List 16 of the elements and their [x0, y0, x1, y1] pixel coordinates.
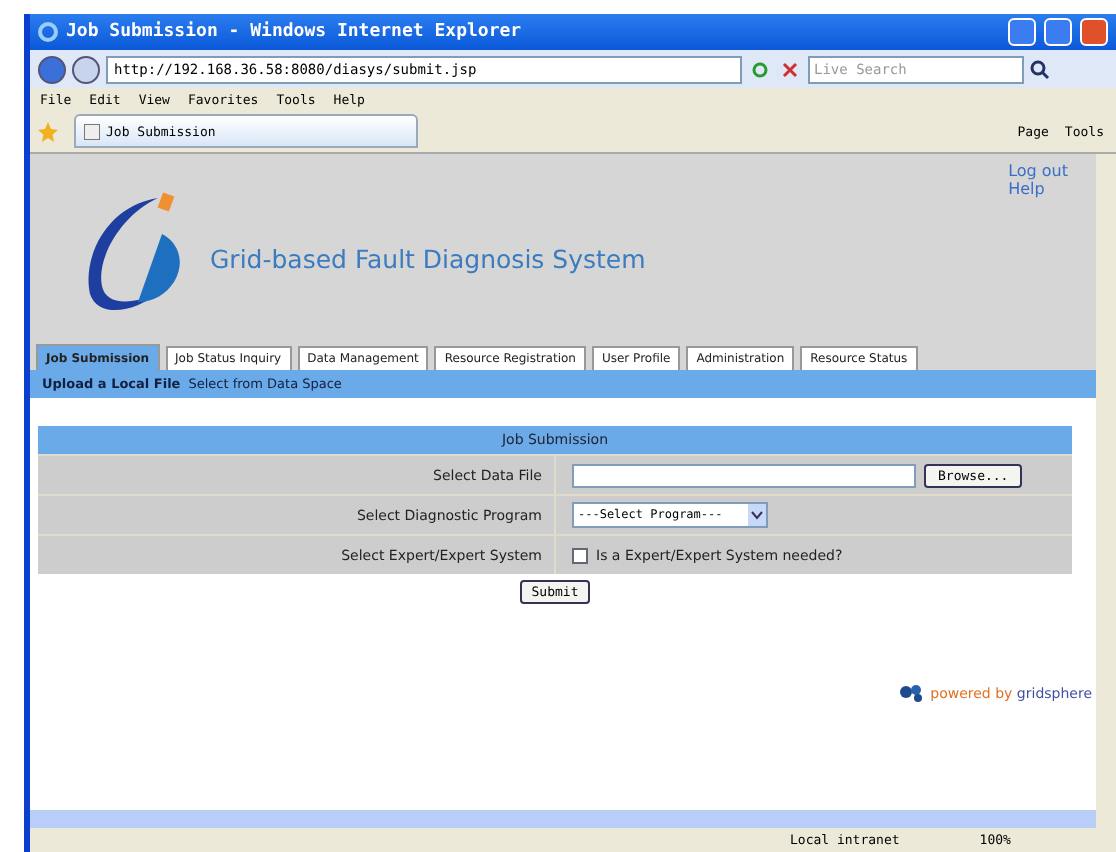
horizontal-scrollbar[interactable]: [30, 810, 1096, 828]
search-icon[interactable]: [1030, 59, 1050, 79]
maximize-button[interactable]: [1044, 18, 1072, 46]
close-button[interactable]: [1080, 18, 1108, 46]
stop-icon[interactable]: [778, 57, 802, 81]
gridsphere-logo-icon: [898, 684, 927, 702]
file-field[interactable]: [572, 463, 916, 487]
page-title: Grid-based Fault Diagnosis System: [210, 244, 646, 274]
favorites-star-icon[interactable]: [38, 121, 58, 141]
back-button[interactable]: [38, 55, 66, 83]
page-icon: [84, 123, 100, 139]
checkbox[interactable]: [572, 547, 588, 563]
forward-button[interactable]: [72, 55, 100, 83]
browser-logo-icon: [38, 22, 58, 42]
window-title: Job Submission - Windows Internet Explorer: [66, 22, 524, 42]
minimize-button[interactable]: [1008, 18, 1036, 46]
